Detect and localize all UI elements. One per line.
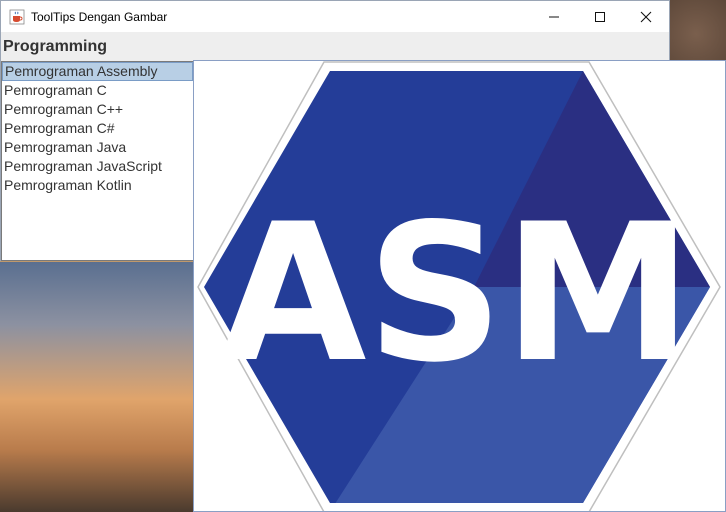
background-photo [0,262,200,512]
asm-logo-text: ASM [220,183,693,404]
list-heading: Programming [3,38,108,55]
maximize-icon [595,11,605,22]
list-item[interactable]: Pemrograman C [2,81,194,100]
list-item[interactable]: Pemrograman JavaScript [2,157,194,176]
image-tooltip: ASM [193,60,726,512]
list-item[interactable]: Pemrograman Java [2,138,194,157]
programming-list[interactable]: Pemrograman Assembly Pemrograman C Pemro… [1,61,195,261]
list-item[interactable]: Pemrograman C++ [2,100,194,119]
java-cup-icon [9,9,25,25]
list-item[interactable]: Pemrograman Kotlin [2,176,194,195]
window-controls [531,1,669,32]
asm-logo-image: ASM [197,61,721,511]
list-item[interactable]: Pemrograman C# [2,119,194,138]
close-button[interactable] [623,1,669,32]
list-item[interactable]: Pemrograman Assembly [2,62,193,81]
minimize-icon [549,16,559,17]
close-icon [640,11,652,22]
window-title: ToolTips Dengan Gambar [31,9,168,24]
title-bar[interactable]: ToolTips Dengan Gambar [1,1,669,32]
maximize-button[interactable] [577,1,623,32]
minimize-button[interactable] [531,1,577,32]
